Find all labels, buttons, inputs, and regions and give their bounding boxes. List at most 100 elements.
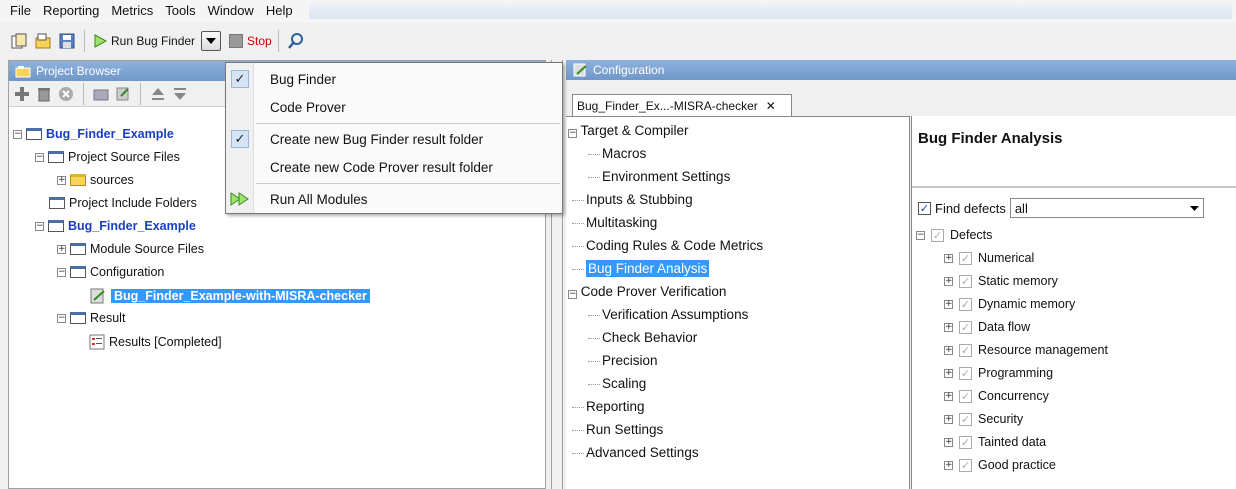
cfg-item-bug-finder-analysis[interactable]: Bug Finder Analysis	[572, 260, 710, 277]
cfg-item-label: Advanced Settings	[586, 445, 699, 460]
defect-item-dynamic-memory[interactable]: + ✓ Dynamic memory	[944, 297, 1075, 311]
defect-item-resource-management[interactable]: + ✓ Resource management	[944, 343, 1108, 357]
close-icon[interactable]: ✕	[766, 99, 776, 113]
expand-icon[interactable]: +	[57, 244, 66, 254]
cfg-item-coding-rules[interactable]: Coding Rules & Code Metrics	[572, 238, 763, 253]
find-defects-select[interactable]: all	[1009, 198, 1204, 218]
collapse-icon[interactable]: −	[568, 129, 577, 138]
expand-icon[interactable]: +	[944, 437, 953, 447]
config-icon[interactable]	[114, 85, 132, 103]
toolbar-separator	[84, 30, 85, 52]
cfg-item-advanced-settings[interactable]: Advanced Settings	[572, 445, 699, 460]
add-icon[interactable]	[13, 85, 31, 103]
defect-checkbox[interactable]: ✓	[959, 274, 972, 288]
menu-file[interactable]: File	[4, 1, 37, 21]
bug-finder-analysis-panel: Bug Finder Analysis ✓ Find defects all −…	[911, 116, 1236, 489]
expand-icon[interactable]: +	[944, 276, 953, 286]
tree-item-result[interactable]: − Result	[57, 311, 125, 325]
menu-window[interactable]: Window	[202, 1, 260, 21]
cfg-item-code-prover-verification[interactable]: − Code Prover Verification	[568, 284, 726, 299]
tree-item-project-source-files[interactable]: − Project Source Files	[35, 150, 180, 164]
defect-item-numerical[interactable]: + ✓ Numerical	[944, 251, 1034, 265]
stop-button[interactable]: Stop	[229, 34, 272, 48]
tree-item-module[interactable]: − Bug_Finder_Example	[35, 219, 196, 233]
new-project-icon[interactable]	[8, 30, 30, 52]
tree-item-configuration[interactable]: − Configuration	[57, 265, 164, 279]
tree-item-sources[interactable]: + sources	[57, 173, 134, 187]
defect-checkbox[interactable]: ✓	[959, 297, 972, 311]
cfg-item-reporting[interactable]: Reporting	[572, 399, 645, 414]
tab-configuration-file[interactable]: Bug_Finder_Ex...-MISRA-checker ✕	[572, 94, 792, 116]
cfg-item-precision[interactable]: Precision	[588, 353, 658, 368]
open-project-icon[interactable]	[32, 30, 54, 52]
cfg-item-inputs-stubbing[interactable]: Inputs & Stubbing	[572, 192, 693, 207]
save-icon[interactable]	[56, 30, 78, 52]
expand-icon[interactable]: +	[944, 414, 953, 424]
collapse-icon[interactable]: −	[57, 313, 66, 323]
menu-metrics[interactable]: Metrics	[105, 1, 159, 21]
run-options-dropdown-button[interactable]	[201, 31, 222, 51]
defect-item-concurrency[interactable]: + ✓ Concurrency	[944, 389, 1049, 403]
defect-checkbox[interactable]: ✓	[959, 389, 972, 403]
defect-checkbox[interactable]: ✓	[959, 320, 972, 334]
menu-tools[interactable]: Tools	[159, 1, 201, 21]
cfg-item-multitasking[interactable]: Multitasking	[572, 215, 657, 230]
expand-icon[interactable]: +	[944, 391, 953, 401]
cfg-item-scaling[interactable]: Scaling	[588, 376, 646, 391]
cfg-item-verification-assumptions[interactable]: Verification Assumptions	[588, 307, 748, 322]
tree-item-project-root[interactable]: − Bug_Finder_Example	[13, 127, 174, 141]
defect-checkbox[interactable]: ✓	[959, 366, 972, 380]
menu-item-new-code-prover-folder[interactable]: Create new Code Prover result folder	[226, 155, 562, 179]
defect-item-programming[interactable]: + ✓ Programming	[944, 366, 1053, 380]
defects-checkbox[interactable]: ✓	[931, 228, 944, 242]
expand-icon[interactable]: +	[944, 299, 953, 309]
collapse-icon[interactable]: −	[916, 230, 925, 240]
defects-root[interactable]: − ✓ Defects	[916, 228, 992, 242]
tree-item-module-source-files[interactable]: + Module Source Files	[57, 242, 204, 256]
menu-item-new-bug-finder-folder[interactable]: ✓ Create new Bug Finder result folder	[226, 127, 562, 151]
collapse-icon[interactable]: −	[13, 129, 22, 139]
search-icon[interactable]	[285, 30, 307, 52]
defect-checkbox[interactable]: ✓	[959, 435, 972, 449]
cancel-icon[interactable]	[57, 85, 75, 103]
tree-item-config-file[interactable]: Bug_Finder_Example-with-MISRA-checker	[89, 288, 370, 304]
tree-item-results[interactable]: Results [Completed]	[89, 334, 222, 350]
defect-item-security[interactable]: + ✓ Security	[944, 412, 1023, 426]
cfg-item-run-settings[interactable]: Run Settings	[572, 422, 663, 437]
defect-item-static-memory[interactable]: + ✓ Static memory	[944, 274, 1058, 288]
cfg-item-environment-settings[interactable]: Environment Settings	[588, 169, 730, 184]
cfg-item-target-compiler[interactable]: − Target & Compiler	[568, 123, 689, 138]
delete-icon[interactable]	[35, 85, 53, 103]
expand-icon[interactable]: +	[944, 460, 953, 470]
cfg-item-check-behavior[interactable]: Check Behavior	[588, 330, 697, 345]
folder-icon[interactable]	[92, 85, 110, 103]
menu-item-bug-finder[interactable]: ✓ Bug Finder	[226, 67, 562, 91]
defect-checkbox[interactable]: ✓	[959, 412, 972, 426]
move-down-icon[interactable]	[171, 85, 189, 103]
menu-item-run-all-modules[interactable]: Run All Modules	[226, 187, 562, 211]
expand-icon[interactable]: +	[944, 368, 953, 378]
defect-checkbox[interactable]: ✓	[959, 458, 972, 472]
menu-reporting[interactable]: Reporting	[37, 1, 105, 21]
tree-item-label: Results [Completed]	[109, 335, 222, 349]
expand-icon[interactable]: +	[944, 345, 953, 355]
defect-item-tainted-data[interactable]: + ✓ Tainted data	[944, 435, 1046, 449]
defect-item-good-practice[interactable]: + ✓ Good practice	[944, 458, 1056, 472]
collapse-icon[interactable]: −	[568, 290, 577, 299]
tree-item-include-folders[interactable]: Project Include Folders	[49, 196, 197, 210]
run-bug-finder-button[interactable]: Run Bug Finder	[91, 34, 197, 48]
defect-item-data-flow[interactable]: + ✓ Data flow	[944, 320, 1030, 334]
expand-icon[interactable]: +	[57, 175, 66, 185]
collapse-icon[interactable]: −	[57, 267, 66, 277]
expand-icon[interactable]: +	[944, 253, 953, 263]
move-up-icon[interactable]	[149, 85, 167, 103]
menu-help[interactable]: Help	[260, 1, 299, 21]
find-defects-checkbox[interactable]: ✓	[918, 201, 931, 215]
collapse-icon[interactable]: −	[35, 152, 44, 162]
expand-icon[interactable]: +	[944, 322, 953, 332]
defect-checkbox[interactable]: ✓	[959, 251, 972, 265]
defect-checkbox[interactable]: ✓	[959, 343, 972, 357]
cfg-item-macros[interactable]: Macros	[588, 146, 646, 161]
collapse-icon[interactable]: −	[35, 221, 44, 231]
menu-item-code-prover[interactable]: Code Prover	[226, 95, 562, 119]
